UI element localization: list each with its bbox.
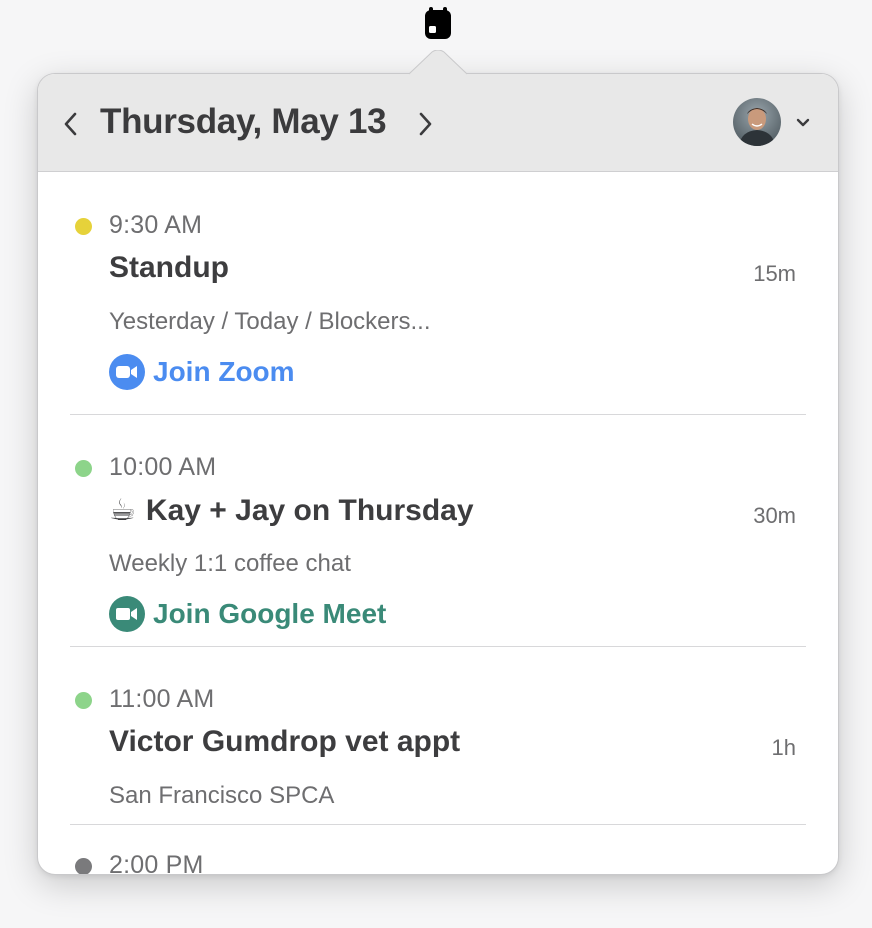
event-description: Weekly 1:1 coffee chat xyxy=(109,550,351,577)
date-title: Thursday, May 13 xyxy=(100,102,387,141)
event-item[interactable]: 9:30 AM Standup 15m Yesterday / Today / … xyxy=(38,173,838,415)
next-day-button[interactable] xyxy=(415,108,437,140)
event-list: 9:30 AM Standup 15m Yesterday / Today / … xyxy=(38,173,838,875)
previous-day-button[interactable] xyxy=(59,108,81,140)
chevron-right-icon xyxy=(419,112,432,136)
join-google-meet-button[interactable]: Join Google Meet xyxy=(109,595,386,633)
event-duration: 1h xyxy=(771,735,796,760)
coffee-emoji-icon: ☕ xyxy=(109,494,136,527)
event-color-dot xyxy=(75,692,92,709)
join-zoom-label: Join Zoom xyxy=(153,356,295,387)
event-time: 10:00 AM xyxy=(109,453,217,481)
event-time: 9:30 AM xyxy=(109,211,203,239)
event-description: Yesterday / Today / Blockers... xyxy=(109,308,431,335)
zoom-video-icon xyxy=(109,354,145,390)
calendar-popover: Thursday, May 13 9:30 AM Standup 15m Yes… xyxy=(37,73,839,875)
event-color-dot xyxy=(75,858,92,874)
popover-header: Thursday, May 13 xyxy=(38,74,838,172)
google-meet-video-icon xyxy=(109,596,145,632)
event-duration: 30m xyxy=(753,503,796,528)
event-color-dot xyxy=(75,218,92,235)
chevron-down-icon xyxy=(796,118,810,127)
account-avatar[interactable] xyxy=(733,98,781,146)
event-title: Standup xyxy=(109,251,229,284)
event-item[interactable]: 11:00 AM Victor Gumdrop vet appt 1h San … xyxy=(38,647,838,825)
event-description: San Francisco SPCA xyxy=(109,782,335,809)
event-time: 11:00 AM xyxy=(109,685,215,713)
account-menu-button[interactable] xyxy=(794,114,812,130)
event-title: ☕ Kay + Jay on Thursday xyxy=(109,494,474,527)
chevron-left-icon xyxy=(64,112,77,136)
event-title: Victor Gumdrop vet appt xyxy=(109,725,461,758)
event-color-dot xyxy=(75,460,92,477)
menubar-calendar-icon[interactable] xyxy=(423,6,453,40)
join-zoom-button[interactable]: Join Zoom xyxy=(109,353,295,391)
event-time: 2:00 PM xyxy=(109,851,204,875)
event-item[interactable]: 10:00 AM ☕ Kay + Jay on Thursday 30m Week… xyxy=(38,415,838,647)
event-duration: 15m xyxy=(753,261,796,286)
join-google-meet-label: Join Google Meet xyxy=(153,598,387,629)
event-item[interactable]: 2:00 PM xyxy=(38,825,838,875)
popover-arrow xyxy=(409,50,467,75)
